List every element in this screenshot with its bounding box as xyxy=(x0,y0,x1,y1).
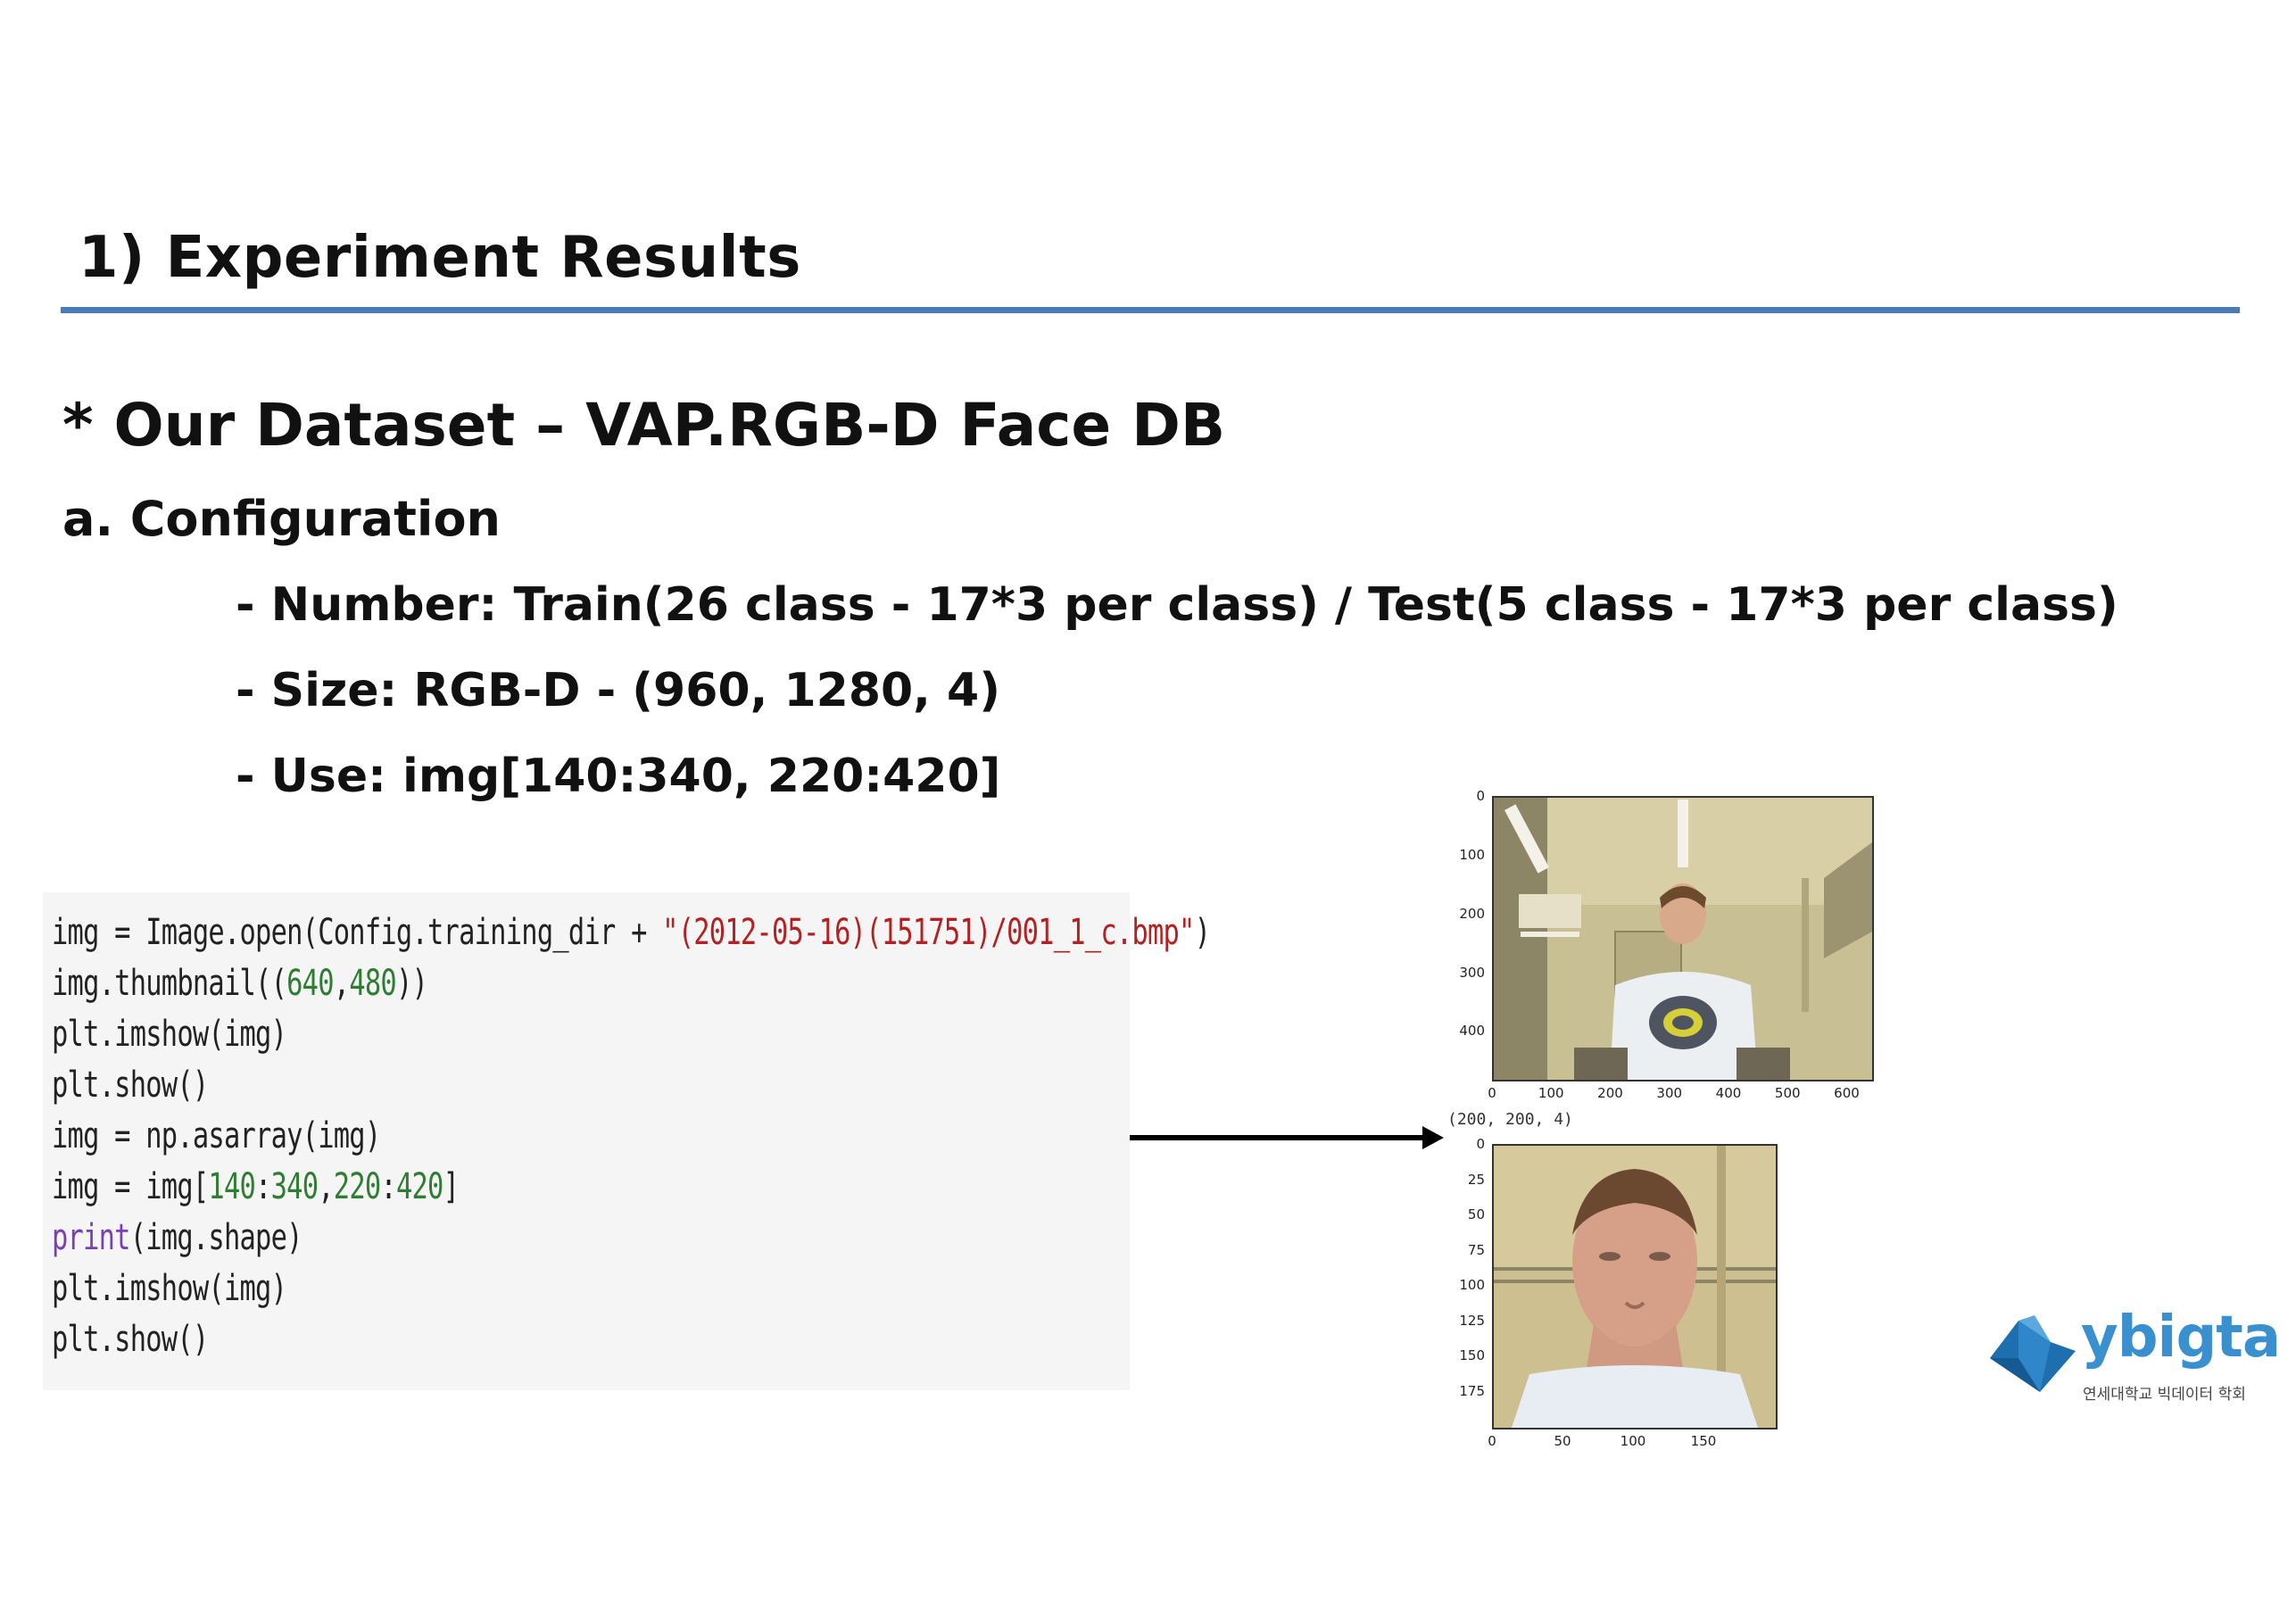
code-token: img = np.asarray(img) xyxy=(52,1115,381,1156)
code-token: : xyxy=(380,1166,396,1207)
logo-subtitle: 연세대학교 빅데이터 학회 xyxy=(2083,1386,2246,1404)
cropped-face-scene xyxy=(1494,1146,1776,1428)
bullet-number: - Number: Train(26 class - 17*3 per clas… xyxy=(236,578,2118,632)
y-tick-label: 100 xyxy=(1459,846,1485,863)
code-line: plt.imshow(img) xyxy=(52,1268,287,1309)
y-tick-label: 50 xyxy=(1467,1206,1485,1222)
ybigta-logo-icon xyxy=(1990,1315,2076,1392)
code-token: 220 xyxy=(333,1166,381,1207)
code-line: img = np.asarray(img) xyxy=(52,1115,381,1156)
logo-text: ybigta xyxy=(2081,1305,2281,1371)
full-frame-scene xyxy=(1494,798,1872,1080)
code-line: plt.imshow(img) xyxy=(52,1014,287,1055)
y-tick-label: 0 xyxy=(1476,1136,1485,1152)
code-token: : xyxy=(255,1166,271,1207)
code-line: plt.show() xyxy=(52,1319,209,1360)
code-token: plt.imshow(img) xyxy=(52,1268,287,1309)
code-token: img = img[ xyxy=(52,1166,209,1207)
x-tick-label: 600 xyxy=(1834,1085,1860,1101)
code-token: , xyxy=(333,963,350,1004)
code-cell: img = Image.open(Config.training_dir + "… xyxy=(43,892,1211,1390)
code-line: print(img.shape) xyxy=(52,1217,303,1258)
y-tick-label: 100 xyxy=(1459,1277,1485,1293)
bullet-use: - Use: img[140:340, 220:420] xyxy=(236,750,1001,803)
code-token: plt.imshow(img) xyxy=(52,1014,287,1055)
arrow-line xyxy=(1130,1135,1424,1140)
configuration-heading: a. Configuration xyxy=(62,491,501,547)
code-token: img.thumbnail(( xyxy=(52,963,287,1004)
y-tick-label: 200 xyxy=(1459,905,1485,922)
section-title: 1) Experiment Results xyxy=(79,225,801,291)
title-underline xyxy=(61,307,2240,313)
x-tick-label: 500 xyxy=(1774,1085,1801,1101)
code-token: ) xyxy=(1194,912,1211,953)
x-tick-label: 100 xyxy=(1538,1085,1564,1101)
y-tick-label: 25 xyxy=(1467,1171,1485,1188)
y-tick-label: 75 xyxy=(1467,1241,1485,1258)
y-tick-label: 175 xyxy=(1459,1382,1485,1399)
x-tick-label: 0 xyxy=(1488,1085,1496,1101)
bullet-size: - Size: RGB-D - (960, 1280, 4) xyxy=(236,664,1000,717)
code-line: img = Image.open(Config.training_dir + "… xyxy=(52,912,1211,953)
code-token: 340 xyxy=(270,1166,319,1207)
code-line: img.thumbnail((640,480)) xyxy=(52,963,428,1004)
y-tick-label: 400 xyxy=(1459,1023,1485,1040)
code-token: "(2012-05-16)(151751)/001_1_c.bmp" xyxy=(662,912,1195,953)
y-tick-label: 300 xyxy=(1459,964,1485,981)
y-tick-label: 150 xyxy=(1459,1347,1485,1363)
code-token: 140 xyxy=(208,1166,256,1207)
code-line: img = img[140:340,220:420] xyxy=(52,1166,460,1207)
cropped-face-image xyxy=(1492,1144,1778,1430)
x-tick-label: 150 xyxy=(1690,1433,1717,1449)
code-line: plt.show() xyxy=(52,1065,209,1106)
x-tick-label: 300 xyxy=(1656,1085,1683,1101)
code-token: (img.shape) xyxy=(129,1217,303,1258)
code-token: 640 xyxy=(286,963,334,1004)
code-token: ] xyxy=(443,1166,460,1207)
code-token: print xyxy=(52,1217,130,1258)
code-token: plt.show() xyxy=(52,1065,209,1106)
code-token: )) xyxy=(395,963,428,1004)
shape-output: (200, 200, 4) xyxy=(1447,1110,1573,1129)
full-frame-image xyxy=(1492,796,1874,1081)
dataset-title: * Our Dataset – VAP.RGB-D Face DB xyxy=(62,391,1226,460)
code-token: 480 xyxy=(349,963,396,1004)
x-tick-label: 50 xyxy=(1554,1433,1571,1449)
code-token: 420 xyxy=(395,1166,443,1207)
x-tick-label: 100 xyxy=(1620,1433,1646,1449)
code-token: , xyxy=(318,1166,334,1207)
code-token: plt.show() xyxy=(52,1319,209,1360)
x-tick-label: 400 xyxy=(1715,1085,1742,1101)
x-tick-label: 0 xyxy=(1488,1433,1496,1449)
x-tick-label: 200 xyxy=(1597,1085,1623,1101)
arrow-head-icon xyxy=(1422,1126,1444,1149)
y-tick-label: 0 xyxy=(1476,788,1485,804)
y-tick-label: 125 xyxy=(1459,1312,1485,1329)
code-token: img = Image.open(Config.training_dir + xyxy=(52,912,663,953)
